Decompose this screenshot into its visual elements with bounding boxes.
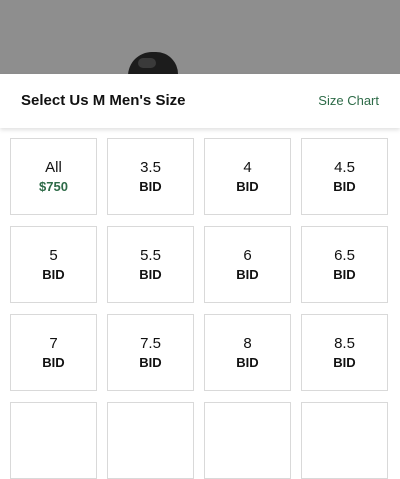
size-price: BID xyxy=(236,178,259,194)
size-option-6[interactable]: 6 BID xyxy=(204,226,291,303)
size-option-partial[interactable] xyxy=(10,402,97,479)
product-image-backdrop xyxy=(0,0,400,80)
size-label: 5.5 xyxy=(140,246,161,264)
size-option-5-5[interactable]: 5.5 BID xyxy=(107,226,194,303)
size-grid: All $750 3.5 BID 4 BID 4.5 BID 5 BID 5.5… xyxy=(10,138,392,479)
size-option-4-5[interactable]: 4.5 BID xyxy=(301,138,388,215)
size-option-5[interactable]: 5 BID xyxy=(10,226,97,303)
size-label: 6 xyxy=(243,246,252,264)
size-option-all[interactable]: All $750 xyxy=(10,138,97,215)
size-price: $750 xyxy=(39,178,68,194)
size-price: BID xyxy=(333,354,356,370)
size-label: All xyxy=(45,158,62,176)
size-label: 3.5 xyxy=(140,158,161,176)
size-price: BID xyxy=(236,266,259,282)
size-option-partial[interactable] xyxy=(107,402,194,479)
size-option-partial[interactable] xyxy=(301,402,388,479)
size-label: 8 xyxy=(243,334,252,352)
size-label: 5 xyxy=(49,246,58,264)
size-option-3-5[interactable]: 3.5 BID xyxy=(107,138,194,215)
size-option-7[interactable]: 7 BID xyxy=(10,314,97,391)
size-price: BID xyxy=(42,354,65,370)
size-label: 7.5 xyxy=(140,334,161,352)
size-price: BID xyxy=(333,266,356,282)
sheet-title: Select Us M Men's Size xyxy=(21,92,186,109)
size-price: BID xyxy=(139,266,162,282)
size-select-sheet: Select Us M Men's Size Size Chart All $7… xyxy=(0,74,400,479)
size-chart-link[interactable]: Size Chart xyxy=(318,93,379,108)
size-price: BID xyxy=(139,354,162,370)
size-option-8[interactable]: 8 BID xyxy=(204,314,291,391)
size-label: 7 xyxy=(49,334,58,352)
sheet-header: Select Us M Men's Size Size Chart xyxy=(0,74,400,128)
size-option-partial[interactable] xyxy=(204,402,291,479)
size-price: BID xyxy=(236,354,259,370)
size-price: BID xyxy=(42,266,65,282)
sneaker-image-highlight xyxy=(138,58,156,68)
size-option-4[interactable]: 4 BID xyxy=(204,138,291,215)
size-label: 8.5 xyxy=(334,334,355,352)
size-label: 4 xyxy=(243,158,252,176)
size-label: 6.5 xyxy=(334,246,355,264)
size-option-7-5[interactable]: 7.5 BID xyxy=(107,314,194,391)
size-label: 4.5 xyxy=(334,158,355,176)
size-price: BID xyxy=(139,178,162,194)
size-price: BID xyxy=(333,178,356,194)
size-option-6-5[interactable]: 6.5 BID xyxy=(301,226,388,303)
size-option-8-5[interactable]: 8.5 BID xyxy=(301,314,388,391)
